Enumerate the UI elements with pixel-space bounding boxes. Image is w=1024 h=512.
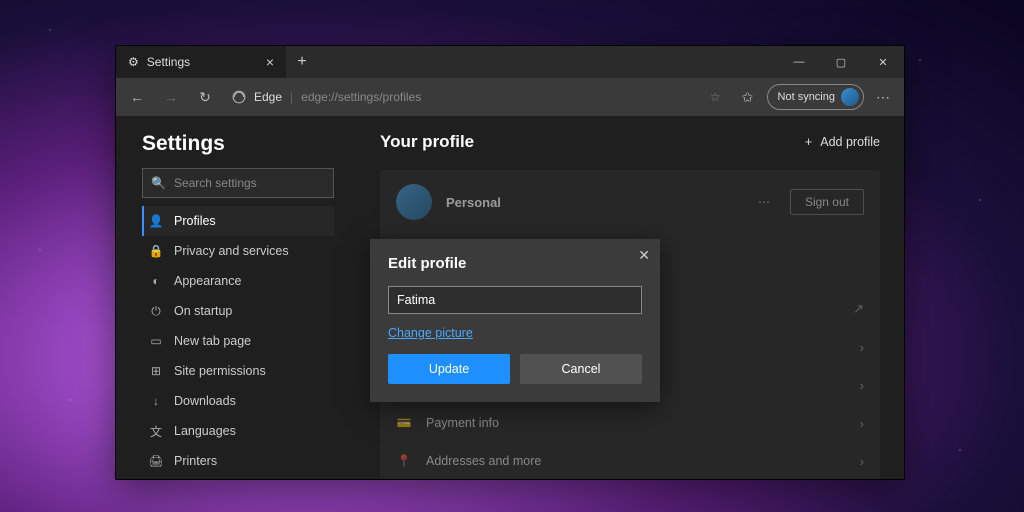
change-picture-link[interactable]: Change picture xyxy=(388,326,473,340)
sidebar-item-languages[interactable]: 文Languages xyxy=(142,416,334,446)
permissions-icon: ⊞ xyxy=(148,364,164,378)
bookmark-star-icon[interactable]: ☆ xyxy=(710,90,721,104)
appearance-icon: ◐ xyxy=(148,274,164,288)
download-icon: ↓ xyxy=(148,394,164,408)
cancel-button[interactable]: Cancel xyxy=(520,354,642,384)
chevron-right-icon: › xyxy=(860,416,864,431)
avatar xyxy=(396,184,432,220)
modal-close-icon[interactable]: ✕ xyxy=(638,247,650,264)
sidebar: Settings 🔍 Search settings 👤Profiles 🔒Pr… xyxy=(116,116,346,479)
address-url-prefix: edge://settings/ xyxy=(301,90,382,104)
tab-title: Settings xyxy=(147,55,190,69)
sync-label: Not syncing xyxy=(778,91,835,103)
overflow-menu-icon[interactable]: ⋯ xyxy=(868,82,898,112)
chevron-right-icon: › xyxy=(860,340,864,355)
gear-icon: ⚙ xyxy=(128,55,139,69)
profile-name: Personal xyxy=(446,195,501,210)
sign-out-button[interactable]: Sign out xyxy=(790,189,864,215)
browser-tab[interactable]: ⚙ Settings × xyxy=(116,46,286,78)
sidebar-item-site-permissions[interactable]: ⊞Site permissions xyxy=(142,356,334,386)
add-profile-button[interactable]: + Add profile xyxy=(805,135,880,149)
row-addresses[interactable]: 📍 Addresses and more › xyxy=(396,442,864,480)
profile-avatar-icon xyxy=(841,88,859,106)
address-app: Edge xyxy=(254,90,282,104)
external-link-icon: ↗ xyxy=(853,301,864,317)
row-payment-info[interactable]: 💳 Payment info › xyxy=(396,404,864,442)
new-tab-button[interactable]: + xyxy=(286,46,318,78)
sidebar-item-profiles[interactable]: 👤Profiles xyxy=(142,206,334,236)
minimize-button[interactable]: — xyxy=(778,46,820,78)
card-icon: 💳 xyxy=(396,416,412,430)
update-button[interactable]: Update xyxy=(388,354,510,384)
sidebar-item-system[interactable]: 🖥System xyxy=(142,476,334,480)
close-window-button[interactable]: ✕ xyxy=(862,46,904,78)
forward-button[interactable]: → xyxy=(156,82,186,112)
maximize-button[interactable]: ▢ xyxy=(820,46,862,78)
sidebar-heading: Settings xyxy=(142,132,334,156)
tab-icon: ▭ xyxy=(148,334,164,348)
sync-pill[interactable]: Not syncing xyxy=(767,84,864,110)
titlebar: ⚙ Settings × + — ▢ ✕ xyxy=(116,46,904,78)
sidebar-item-downloads[interactable]: ↓Downloads xyxy=(142,386,334,416)
sidebar-item-privacy[interactable]: 🔒Privacy and services xyxy=(142,236,334,266)
address-url-page: profiles xyxy=(383,90,422,104)
plus-icon: + xyxy=(805,135,812,149)
printer-icon: 🖨 xyxy=(148,454,164,468)
refresh-button[interactable]: ↻ xyxy=(190,82,220,112)
chevron-right-icon: › xyxy=(860,378,864,393)
edge-logo-icon xyxy=(232,90,246,104)
location-icon: 📍 xyxy=(396,454,412,468)
favorites-icon[interactable]: ✩ xyxy=(733,82,763,112)
profiles-icon: 👤 xyxy=(148,214,164,228)
edit-profile-modal: ✕ Edit profile Change picture Update Can… xyxy=(370,239,660,402)
power-icon: ⏻ xyxy=(148,304,164,319)
profile-more-icon[interactable]: ⋯ xyxy=(754,191,776,213)
back-button[interactable]: ← xyxy=(122,82,152,112)
search-input[interactable]: 🔍 Search settings xyxy=(142,168,334,198)
address-bar[interactable]: Edge | edge://settings/profiles ☆ xyxy=(224,83,729,111)
toolbar: ← → ↻ Edge | edge://settings/profiles ☆ … xyxy=(116,78,904,116)
window-controls: — ▢ ✕ xyxy=(778,46,904,78)
search-placeholder: Search settings xyxy=(174,176,257,190)
modal-title: Edit profile xyxy=(388,255,642,272)
sidebar-item-newtab[interactable]: ▭New tab page xyxy=(142,326,334,356)
profile-name-input[interactable] xyxy=(388,286,642,314)
sidebar-item-printers[interactable]: 🖨Printers xyxy=(142,446,334,476)
browser-window: ⚙ Settings × + — ▢ ✕ ← → ↻ Edge | edge:/… xyxy=(115,45,905,480)
chevron-right-icon: › xyxy=(860,454,864,469)
lock-icon: 🔒 xyxy=(148,244,164,258)
sidebar-item-appearance[interactable]: ◐Appearance xyxy=(142,266,334,296)
sidebar-item-startup[interactable]: ⏻On startup xyxy=(142,296,334,326)
language-icon: 文 xyxy=(148,423,164,440)
tab-close-icon[interactable]: × xyxy=(266,54,274,70)
search-icon: 🔍 xyxy=(151,176,166,190)
page-title: Your profile xyxy=(380,132,474,152)
